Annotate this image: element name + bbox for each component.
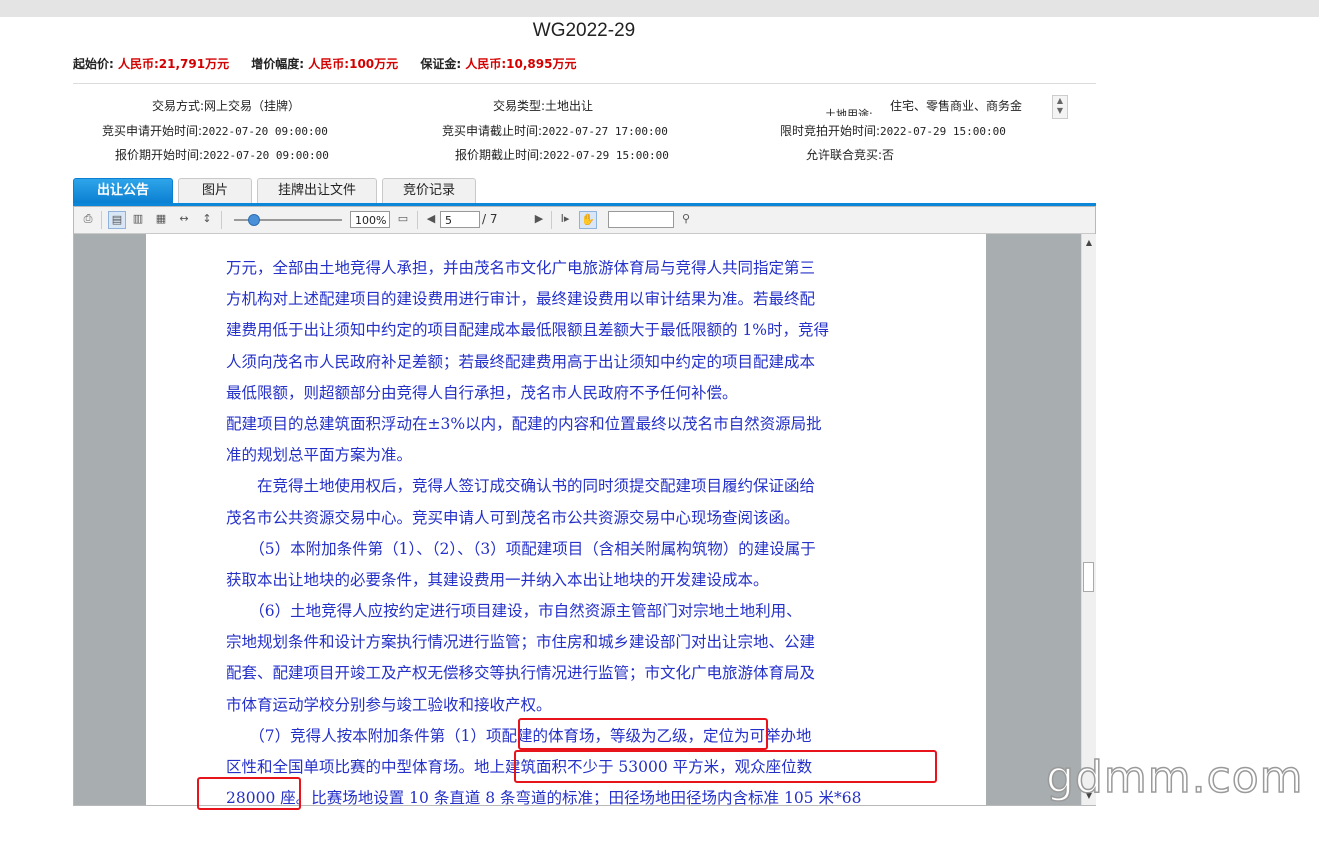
tab-bid-records[interactable]: 竞价记录 — [382, 178, 476, 203]
browser-top-bar — [0, 0, 1319, 17]
tab-announcement[interactable]: 出让公告 — [73, 178, 173, 203]
trade-type-value: 土地出让 — [545, 99, 594, 113]
highlight-box-floor-area — [514, 750, 937, 783]
tab-images[interactable]: 图片 — [178, 178, 252, 203]
zoom-slider-knob[interactable] — [248, 214, 260, 226]
find-input[interactable] — [608, 211, 674, 228]
toolbar-separator — [417, 211, 418, 229]
start-price-label: 起始价: — [73, 57, 114, 71]
fullscreen-icon[interactable]: ▭ — [395, 211, 411, 227]
hand-tool-icon[interactable]: ✋ — [579, 211, 597, 229]
apply-start-value: 2022-07-20 09:00:00 — [202, 125, 328, 138]
fit-width-icon[interactable]: ↔ — [176, 211, 192, 227]
document-line: 最低限额，则超额部分由竞得人自行承担，茂名市人民政府不予任何补偿。 — [226, 383, 738, 402]
apply-end-value: 2022-07-27 17:00:00 — [542, 125, 668, 138]
quote-start-value: 2022-07-20 09:00:00 — [203, 149, 329, 162]
info-trade-mode: 交易方式:网上交易（挂牌） — [152, 97, 300, 114]
document-line: 在竞得土地使用权后，竞得人签订成交确认书的同时须提交配建项目履约保证函给 — [226, 477, 816, 496]
apply-start-label: 竞买申请开始时间: — [102, 124, 203, 138]
land-use-scroll[interactable]: ▲ ▼ — [1052, 95, 1068, 119]
info-auction-start: 限时竞拍开始时间:2022-07-29 15:00:00 — [780, 122, 1006, 139]
document-line: （6）土地竞得人应按约定进行项目建设，市自然资源主管部门对宗地土地利用、 — [226, 602, 802, 621]
page-number-input[interactable]: 5 — [440, 211, 480, 228]
info-joint-bid: 允许联合竞买:否 — [806, 146, 894, 163]
toolbar-separator — [101, 211, 102, 229]
auction-start-label: 限时竞拍开始时间: — [780, 124, 881, 138]
start-price-value: 人民币:21,791万元 — [118, 57, 230, 71]
toolbar-separator — [551, 211, 552, 229]
document-line: 市体育运动学校分别参与竣工验收和接收产权。 — [226, 695, 552, 714]
scrollbar-thumb[interactable] — [1083, 562, 1094, 592]
land-use-value: 住宅、零售商业、商务金 — [890, 99, 1023, 113]
land-use-label: 土地用途: — [825, 108, 873, 116]
auction-start-value: 2022-07-29 15:00:00 — [880, 125, 1006, 138]
deposit-label: 保证金: — [420, 57, 462, 71]
info-quote-end: 报价期截止时间:2022-07-29 15:00:00 — [455, 146, 669, 163]
increment-label: 增价幅度: — [251, 57, 305, 71]
pdf-viewer: ⎙ ▤ ▥ ▦ ↔ ↕ 100% ▭ ◀ 5 / 7 ▶ I▸ ✋ ⚲ 万元，全… — [73, 206, 1096, 806]
tab-listing-documents[interactable]: 挂牌出让文件 — [257, 178, 377, 203]
vertical-scrollbar[interactable]: ▲ ▼ — [1081, 234, 1096, 805]
document-line: 获取本出让地块的必要条件，其建设费用一并纳入本出让地块的开发建设成本。 — [226, 570, 769, 589]
toolbar-separator — [221, 211, 222, 229]
thumbnail-grid-icon[interactable]: ▦ — [153, 211, 169, 227]
highlight-box-seat-count — [197, 777, 301, 810]
document-line: 万元，全部由土地竞得人承担，并由茂名市文化广电旅游体育局与竞得人共同指定第三 — [226, 259, 816, 277]
search-icon[interactable]: ⚲ — [678, 211, 694, 227]
pdf-toolbar: ⎙ ▤ ▥ ▦ ↔ ↕ 100% ▭ ◀ 5 / 7 ▶ I▸ ✋ ⚲ — [74, 207, 1095, 234]
joint-bid-label: 允许联合竞买: — [806, 148, 883, 162]
info-trade-type: 交易类型:土地出让 — [493, 97, 593, 114]
watermark: gdmm.com — [1045, 751, 1304, 804]
trade-type-label: 交易类型: — [493, 99, 546, 113]
highlight-box-stadium-grade — [518, 718, 768, 750]
document-line: 人须向茂名市人民政府补足差额；若最终配建费用高于出让须知中约定的项目配建成本 — [226, 352, 816, 371]
joint-bid-value: 否 — [882, 148, 895, 162]
price-summary: 起始价: 人民币:21,791万元 增价幅度: 人民币:100万元 保证金: 人… — [73, 55, 594, 72]
trade-mode-value: 网上交易（挂牌） — [204, 99, 301, 113]
quote-end-value: 2022-07-29 15:00:00 — [543, 149, 669, 162]
document-line: （5）本附加条件第（1）、（2）、（3）项配建项目（含相关附属构筑物）的建设属于 — [226, 539, 816, 558]
document-line: 配套、配建项目开竣工及产权无偿移交等执行情况进行监管；市文化广电旅游体育局及 — [226, 664, 816, 683]
document-line: 建费用低于出让须知中约定的项目配建成本最低限额且差额大于最低限额的 1%时，竞得 — [226, 321, 830, 340]
text-select-icon[interactable]: I▸ — [556, 211, 574, 227]
document-line: 茂名市公共资源交易中心。竞买申请人可到茂名市公共资源交易中心现场查阅该函。 — [226, 508, 800, 527]
print-icon[interactable]: ⎙ — [80, 211, 96, 227]
next-page-icon[interactable]: ▶ — [531, 211, 547, 227]
fit-height-icon[interactable]: ↕ — [199, 211, 215, 227]
info-apply-end: 竞买申请截止时间:2022-07-27 17:00:00 — [442, 122, 668, 139]
quote-start-label: 报价期开始时间: — [115, 148, 204, 162]
quote-end-label: 报价期截止时间: — [455, 148, 544, 162]
deposit-value: 人民币:10,895万元 — [465, 57, 577, 71]
scroll-up-icon[interactable]: ▲ — [1082, 236, 1096, 250]
two-page-icon[interactable]: ▥ — [130, 211, 146, 227]
document-line: 宗地规划条件和设计方案执行情况进行监管；市住房和城乡建设部门对出让宗地、公建 — [226, 633, 816, 652]
apply-end-label: 竞买申请截止时间: — [442, 124, 543, 138]
single-page-icon[interactable]: ▤ — [108, 211, 126, 229]
zoom-input[interactable]: 100% — [350, 211, 390, 228]
trade-mode-label: 交易方式: — [152, 99, 205, 113]
page-total: / 7 — [482, 212, 498, 226]
info-quote-start: 报价期开始时间:2022-07-20 09:00:00 — [115, 146, 329, 163]
document-line: 准的规划总平面方案为准。 — [226, 446, 413, 465]
document-line: 配建项目的总建筑面积浮动在±3%以内，配建的内容和位置最终以茂名市自然资源局批 — [226, 414, 822, 433]
info-apply-start: 竞买申请开始时间:2022-07-20 09:00:00 — [102, 122, 328, 139]
page-title: WG2022-29 — [532, 20, 636, 41]
document-line: 方机构对上述配建项目的建设费用进行审计，最终建设费用以审计结果为准。若最终配 — [226, 290, 816, 309]
previous-page-icon[interactable]: ◀ — [423, 211, 439, 227]
document-line: 28000 座。比赛场地设置 10 条直道 8 条弯道的标准；田径场地田径场内含… — [226, 789, 862, 805]
divider — [73, 83, 1096, 84]
increment-value: 人民币:100万元 — [308, 57, 399, 71]
